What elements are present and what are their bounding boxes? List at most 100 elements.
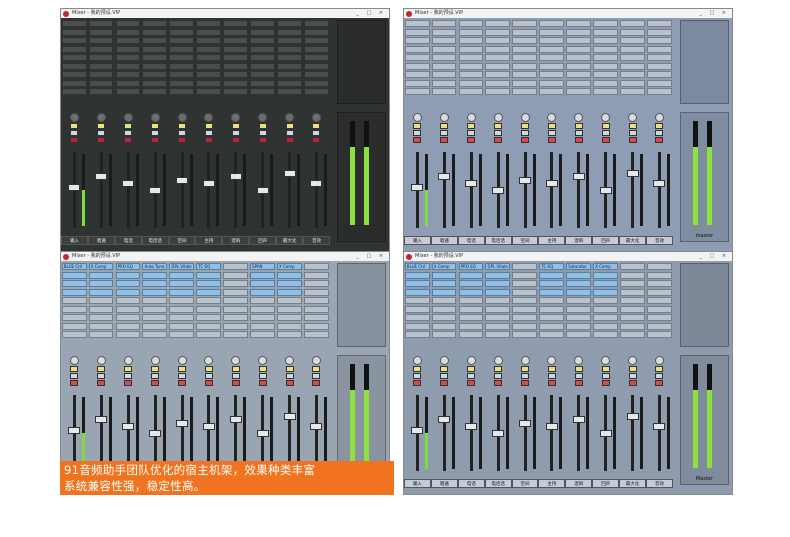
plugin-slot[interactable] — [485, 322, 511, 330]
channel-fader[interactable] — [592, 148, 619, 234]
plugin-slot[interactable] — [593, 280, 618, 287]
plugin-slot[interactable] — [303, 331, 329, 338]
fader-cap[interactable] — [149, 187, 162, 194]
plugin-slot[interactable] — [431, 280, 457, 287]
plugin-slot[interactable] — [61, 62, 87, 70]
plugin-slot[interactable] — [619, 54, 645, 61]
plugin-slot[interactable]: X Comp — [88, 263, 114, 270]
plugin-slot[interactable] — [593, 71, 618, 78]
plugin-slot[interactable] — [566, 71, 591, 78]
plugin-slot[interactable] — [303, 45, 329, 53]
channel-fader[interactable] — [538, 391, 565, 477]
pan-knob[interactable] — [654, 113, 664, 122]
record-button[interactable] — [285, 380, 294, 386]
plugin-slot[interactable]: Auto Tune — [142, 263, 168, 270]
channel-fader[interactable] — [619, 391, 646, 477]
fader-cap[interactable] — [545, 180, 558, 187]
fader-cap[interactable] — [283, 169, 296, 177]
mute-button[interactable] — [70, 130, 79, 136]
solo-button[interactable] — [628, 366, 637, 372]
plugin-slot[interactable] — [619, 288, 645, 296]
plugin-slot[interactable] — [404, 71, 430, 78]
solo-button[interactable] — [97, 123, 106, 129]
solo-button[interactable] — [204, 123, 213, 129]
record-button[interactable] — [124, 137, 133, 143]
solo-button[interactable] — [70, 366, 79, 372]
plugin-slot[interactable] — [512, 280, 538, 287]
mute-button[interactable] — [204, 130, 213, 136]
plugin-slot[interactable] — [276, 271, 302, 279]
plugin-slot[interactable] — [61, 288, 87, 296]
record-button[interactable] — [547, 380, 556, 386]
plugin-slot[interactable] — [404, 88, 430, 95]
record-button[interactable] — [440, 380, 449, 386]
pan-knob[interactable] — [231, 356, 241, 365]
channel-name[interactable]: 回声 — [592, 479, 620, 488]
plugin-slot[interactable] — [169, 305, 195, 313]
solo-button[interactable] — [413, 366, 422, 372]
plugin-slot[interactable] — [566, 314, 591, 321]
plugin-slot[interactable] — [115, 28, 141, 36]
plugin-slot[interactable] — [566, 280, 591, 287]
channel-name[interactable]: 电话话 — [141, 236, 169, 245]
mute-button[interactable] — [97, 373, 106, 379]
plugin-slot[interactable] — [431, 28, 457, 36]
plugin-slot[interactable]: SPAN — [250, 263, 275, 270]
plugin-slot[interactable] — [196, 62, 222, 70]
pan-knob[interactable] — [177, 356, 187, 365]
plugin-slot[interactable] — [61, 331, 87, 338]
channel-fader[interactable] — [431, 391, 458, 477]
plugin-slot[interactable] — [512, 271, 538, 279]
plugin-slot[interactable] — [431, 314, 457, 321]
channel-name[interactable]: 混响 — [222, 236, 250, 245]
plugin-slot[interactable]: PRO EQ — [458, 263, 484, 270]
channel-name[interactable]: 输入 — [404, 479, 431, 488]
plugin-slot[interactable] — [539, 271, 565, 279]
plugin-slot[interactable] — [539, 314, 565, 321]
plugin-slot[interactable] — [303, 314, 329, 321]
plugin-slot[interactable] — [485, 271, 511, 279]
plugin-slot[interactable] — [646, 62, 672, 70]
record-button[interactable] — [178, 137, 187, 143]
channel-name[interactable]: 电话 — [457, 479, 485, 488]
plugin-slot[interactable] — [142, 79, 168, 87]
plugin-slot[interactable] — [88, 88, 114, 95]
mute-button[interactable] — [124, 373, 133, 379]
record-button[interactable] — [574, 380, 583, 386]
plugin-slot[interactable] — [593, 37, 618, 44]
plugin-slot[interactable] — [431, 79, 457, 87]
channel-name[interactable]: 回声 — [592, 236, 620, 245]
plugin-slot[interactable] — [142, 62, 168, 70]
plugin-slot[interactable] — [619, 28, 645, 36]
fader-cap[interactable] — [411, 426, 424, 434]
plugin-slot[interactable] — [88, 271, 114, 279]
plugin-slot[interactable] — [61, 45, 87, 53]
channel-name[interactable]: 主持 — [538, 479, 566, 488]
plugin-slot[interactable] — [539, 331, 565, 338]
plugin-slot[interactable] — [88, 28, 114, 36]
plugin-slot[interactable] — [619, 88, 645, 95]
plugin-slot[interactable] — [539, 54, 565, 61]
plugin-slot[interactable] — [142, 322, 168, 330]
plugin-slot[interactable] — [404, 297, 430, 304]
mute-button[interactable] — [628, 373, 637, 379]
plugin-slot[interactable] — [223, 280, 248, 287]
plugin-slot[interactable] — [593, 79, 618, 87]
mute-button[interactable] — [413, 373, 422, 379]
pan-knob[interactable] — [177, 113, 187, 122]
mute-button[interactable] — [151, 130, 160, 136]
plugin-slot[interactable] — [619, 322, 645, 330]
record-button[interactable] — [601, 137, 610, 143]
plugin-slot[interactable] — [458, 28, 484, 36]
fader-cap[interactable] — [519, 176, 532, 184]
plugin-slot[interactable] — [404, 322, 430, 330]
mute-button[interactable] — [70, 373, 79, 379]
plugin-slot[interactable] — [303, 71, 329, 78]
plugin-slot[interactable] — [142, 288, 168, 296]
plugin-slot[interactable] — [458, 271, 484, 279]
solo-button[interactable] — [151, 366, 160, 372]
plugin-slot[interactable] — [276, 297, 302, 304]
plugin-slot[interactable] — [88, 331, 114, 338]
plugin-slot[interactable] — [431, 322, 457, 330]
solo-button[interactable] — [601, 366, 610, 372]
